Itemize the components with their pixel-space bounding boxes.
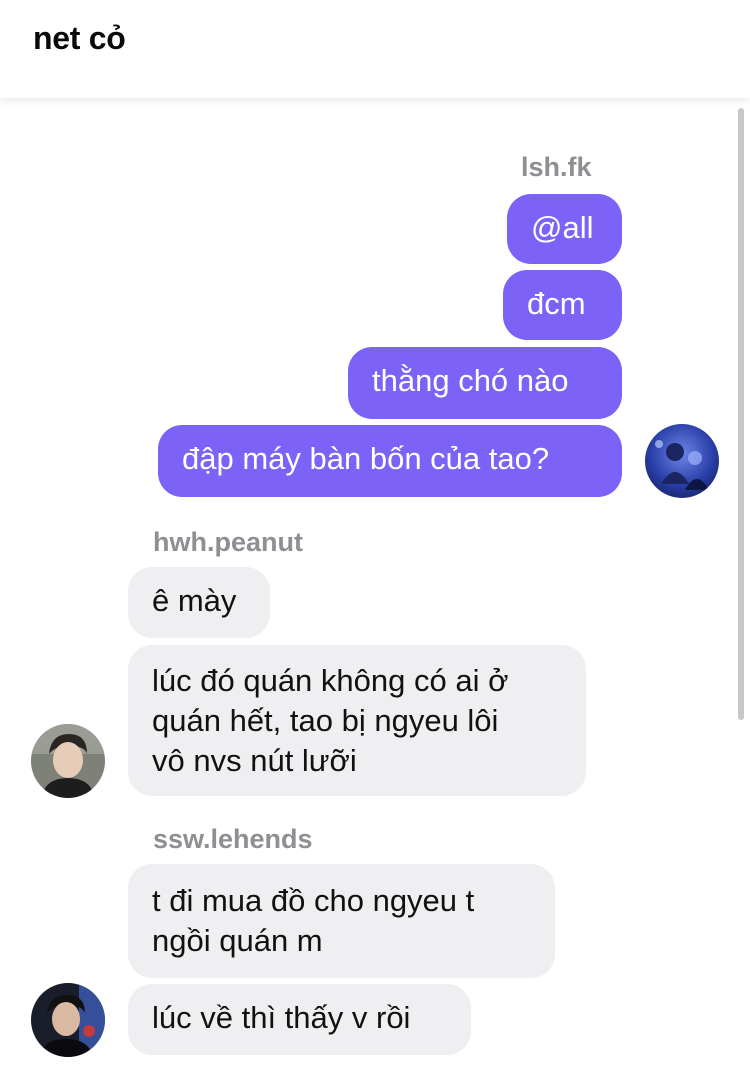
message-bubble[interactable]: lúc về thì thấy v rồi	[128, 984, 471, 1055]
message-bubble[interactable]: ê mày	[128, 567, 270, 638]
user-avatar-icon	[31, 983, 105, 1057]
message-bubble[interactable]: t đi mua đồ cho ngyeu t ngồi quán m	[128, 864, 555, 978]
message-bubble[interactable]: @all	[507, 194, 622, 264]
message-bubble[interactable]: đcm	[503, 270, 622, 340]
sender-name: lsh.fk	[521, 152, 592, 182]
user-avatar-icon	[645, 424, 719, 498]
sender-name: hwh.peanut	[153, 527, 303, 557]
sender-name: ssw.lehends	[153, 824, 313, 854]
avatar-ssw-lehends[interactable]	[31, 983, 105, 1057]
avatar-lsh-fk[interactable]	[645, 424, 719, 498]
chat-title: net cỏ	[33, 20, 126, 56]
chat-header: net cỏ	[0, 0, 750, 98]
message-bubble[interactable]: thằng chó nào	[348, 347, 622, 419]
user-avatar-icon	[31, 724, 105, 798]
avatar-hwh-peanut[interactable]	[31, 724, 105, 798]
message-bubble[interactable]: đập máy bàn bốn của tao?	[158, 425, 622, 497]
message-bubble[interactable]: lúc đó quán không có ai ở quán hết, tao …	[128, 645, 586, 796]
scrollbar[interactable]	[738, 108, 744, 720]
